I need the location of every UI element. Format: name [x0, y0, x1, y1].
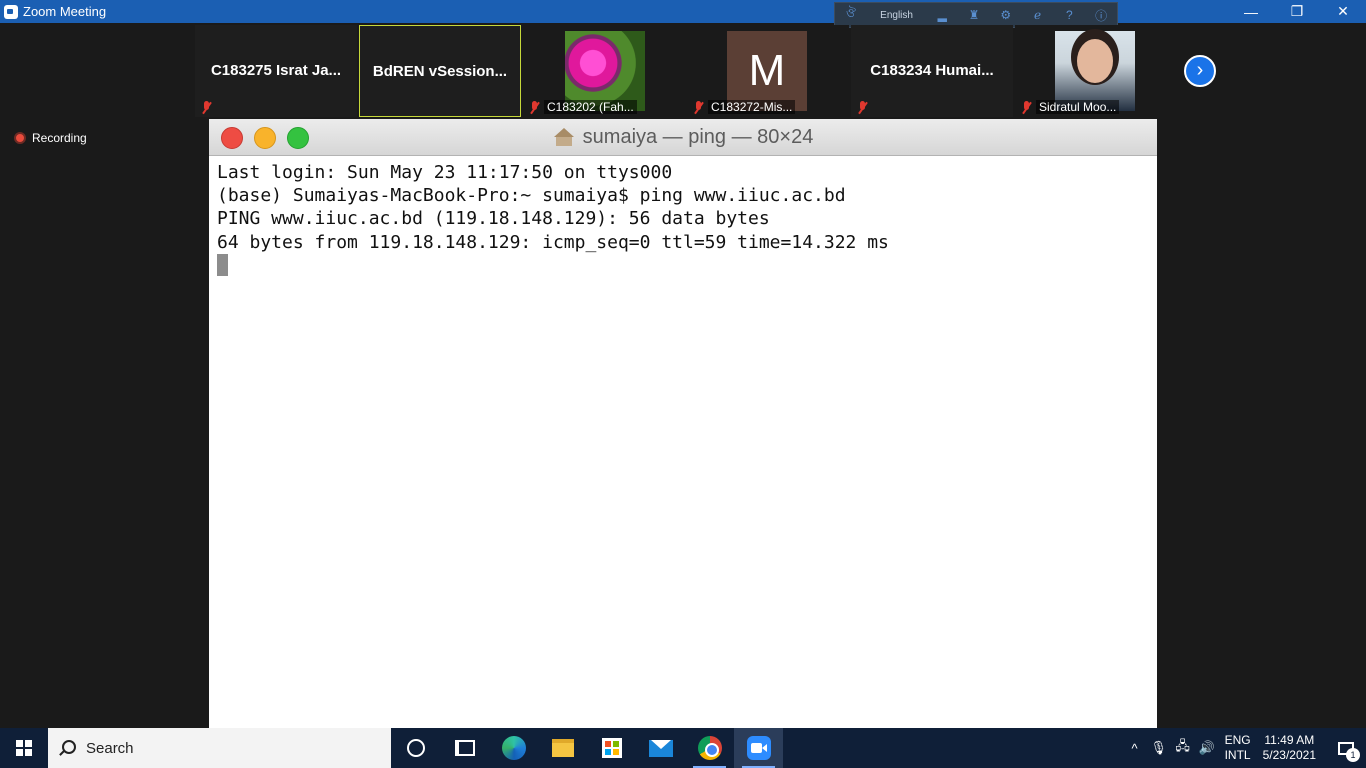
restore-button[interactable]: ❐ [1274, 0, 1320, 23]
recording-icon [14, 132, 26, 144]
next-page-button[interactable]: › [1184, 55, 1216, 87]
participant-tile[interactable]: C183234 Humai... [851, 25, 1013, 117]
windows-taskbar: Search ^ 🎙 🖧 🔊 ENG INTL 11:49 AM 5/23/20… [0, 728, 1366, 768]
edge-button[interactable] [489, 728, 538, 768]
participant-tile-active-speaker[interactable]: BdREN vSession... [359, 25, 521, 117]
help-icon[interactable]: ? [1053, 3, 1085, 27]
clock-time: 11:49 AM [1264, 733, 1315, 747]
close-dot-icon [221, 127, 243, 149]
language-selector[interactable]: English [867, 10, 927, 21]
info-icon[interactable]: ⓘ [1085, 3, 1117, 27]
file-explorer-button[interactable] [538, 728, 587, 768]
taskbar-search[interactable]: Search [48, 728, 391, 768]
participant-tile[interactable]: C183275 Israt Ja... [195, 25, 357, 117]
mic-muted-icon [529, 100, 540, 114]
terminal-title-text: sumaiya — ping — 80×24 [582, 125, 814, 148]
terminal-line: 64 bytes from 119.18.148.129: icmp_seq=0… [217, 231, 889, 253]
mic-muted-icon [1021, 100, 1032, 114]
mail-icon [648, 739, 673, 757]
clock[interactable]: 11:49 AM 5/23/2021 [1263, 733, 1316, 763]
mail-button[interactable] [636, 728, 685, 768]
minimize-dot-icon [254, 127, 276, 149]
participant-tile[interactable]: Sidratul Moo... [1015, 25, 1177, 117]
search-icon [58, 739, 76, 757]
recording-indicator[interactable]: Recording [14, 131, 87, 145]
participant-name: C183234 Humai... [870, 62, 994, 79]
terminal-cursor [217, 253, 228, 276]
store-icon [601, 738, 622, 758]
edge-icon [501, 736, 526, 760]
language-code: ENG [1224, 733, 1251, 747]
terminal-title: sumaiya — ping — 80×24 [553, 125, 814, 149]
volume-icon[interactable]: 🔊 [1195, 740, 1219, 756]
terminal-line: PING www.iiuc.ac.bd (119.18.148.129): 56… [217, 208, 770, 230]
action-center-button[interactable]: 1 [1326, 728, 1366, 768]
system-tray: ^ 🎙 🖧 🔊 ENG INTL 11:49 AM 5/23/2021 1 [1123, 728, 1366, 768]
zoom-dot-icon [287, 127, 309, 149]
task-view-icon [454, 740, 475, 756]
network-icon[interactable]: 🖧 [1171, 737, 1195, 759]
video-strip: C183275 Israt Ja... BdREN vSession... C1… [195, 25, 1179, 117]
zoom-titlebar: Zoom Meeting — ❐ ✕ [0, 0, 1366, 23]
terminal-titlebar: sumaiya — ping — 80×24 [209, 119, 1157, 156]
window-title: Zoom Meeting [23, 4, 107, 19]
windows-logo-icon [16, 740, 32, 756]
window-controls: — ❐ ✕ [1228, 0, 1366, 23]
keyboard-icon[interactable]: ▂ [926, 3, 958, 27]
mic-muted-icon [857, 101, 868, 114]
zoom-icon [746, 736, 771, 760]
mic-muted-icon [693, 100, 704, 114]
store-button[interactable] [587, 728, 636, 768]
task-view-button[interactable] [440, 728, 489, 768]
tools-icon[interactable]: ♜ [958, 3, 990, 27]
participant-photo-person [1055, 31, 1135, 111]
browser-icon[interactable]: ℯ [1022, 3, 1054, 27]
search-placeholder: Search [86, 739, 134, 757]
chevron-up-icon[interactable]: ^ [1123, 741, 1147, 756]
terminal-line: (base) Sumaiyas-MacBook-Pro:~ sumaiya$ p… [217, 185, 846, 207]
terminal-output: Last login: Sun May 23 11:17:50 on ttys0… [209, 156, 1157, 287]
participant-photo-flower [565, 31, 645, 111]
microphone-icon[interactable]: 🎙 [1147, 740, 1171, 756]
participant-name: BdREN vSession... [372, 63, 508, 80]
folder-icon [551, 739, 574, 757]
mic-muted-icon [201, 101, 212, 114]
terminal-line: Last login: Sun May 23 11:17:50 on ttys0… [217, 162, 673, 183]
start-button[interactable] [0, 728, 48, 768]
home-icon [553, 128, 575, 146]
cortana-button[interactable] [391, 728, 440, 768]
participant-name: C183275 Israt Ja... [210, 62, 342, 79]
traffic-lights [221, 127, 309, 149]
ime-icon[interactable]: ঔ [835, 3, 867, 27]
close-button[interactable]: ✕ [1320, 0, 1366, 23]
recording-label: Recording [32, 131, 87, 145]
participant-tile[interactable]: C183202 (Fah... [523, 25, 685, 117]
settings-icon[interactable]: ⚙ [990, 3, 1022, 27]
chrome-button[interactable] [685, 728, 734, 768]
participant-tile[interactable]: M C183272-Mis... [687, 25, 849, 117]
participant-name: C183202 (Fah... [544, 100, 637, 114]
taskbar-apps [391, 728, 783, 768]
cortana-icon [406, 739, 425, 757]
notification-badge: 1 [1346, 748, 1360, 762]
participant-avatar: M [727, 31, 807, 111]
shared-screen-terminal: sumaiya — ping — 80×24 Last login: Sun M… [209, 119, 1157, 728]
zoom-button[interactable] [734, 728, 783, 768]
clock-date: 5/23/2021 [1262, 748, 1316, 762]
minimize-button[interactable]: — [1228, 0, 1274, 23]
keyboard-layout: INTL [1224, 748, 1251, 762]
input-language[interactable]: ENG INTL [1225, 733, 1251, 763]
participant-name: Sidratul Moo... [1036, 100, 1120, 114]
chrome-icon [697, 736, 722, 760]
participant-name: C183272-Mis... [708, 100, 796, 114]
zoom-app-icon [4, 4, 18, 19]
